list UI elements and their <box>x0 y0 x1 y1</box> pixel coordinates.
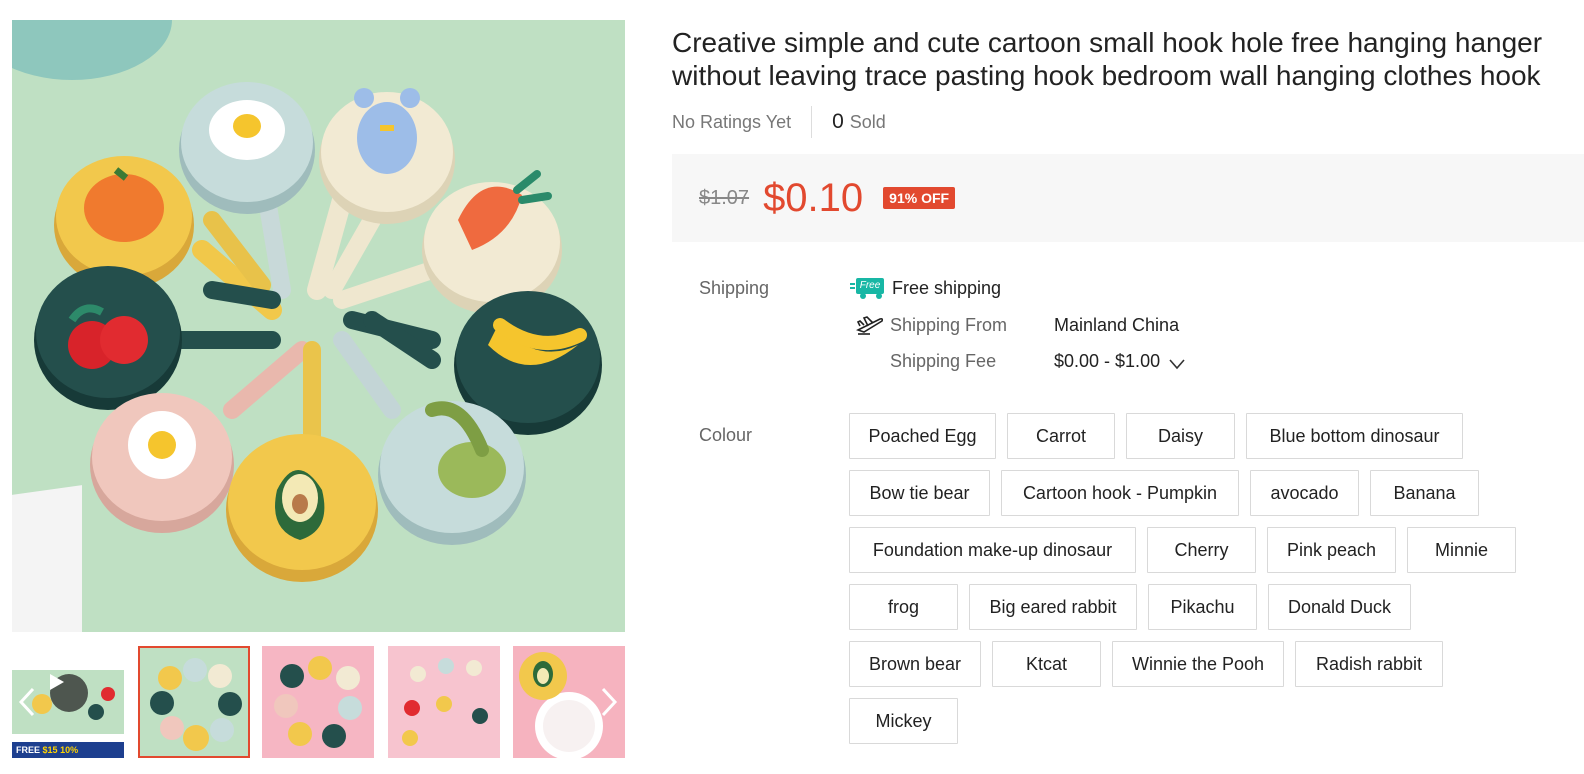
colour-label: Colour <box>699 425 753 445</box>
colour-option[interactable]: Banana <box>1370 470 1479 516</box>
shipping-from-value: Mainland China <box>1054 314 1180 335</box>
colour-option[interactable]: frog <box>849 584 958 630</box>
promo-strip: FREE $15 10% <box>12 742 124 758</box>
colour-option[interactable]: Ktcat <box>992 641 1101 687</box>
thumbnail-2[interactable] <box>138 646 250 758</box>
price-box: $1.07 $0.10 91% OFF <box>672 154 1584 242</box>
colour-option[interactable]: Poached Egg <box>849 413 996 459</box>
shipping-from-label: Shipping From <box>890 314 1008 335</box>
colour-option[interactable]: Winnie the Pooh <box>1112 641 1284 687</box>
chevron-down-icon[interactable] <box>1168 355 1186 369</box>
shipping-fee-row: Shipping Fee $0.00 - $1.00 <box>890 351 1186 372</box>
colour-option[interactable]: Daisy <box>1126 413 1235 459</box>
colour-option[interactable]: Pink peach <box>1267 527 1396 573</box>
colour-option[interactable]: Brown bear <box>849 641 981 687</box>
thumbnail-4[interactable] <box>388 646 500 758</box>
colour-option[interactable]: Blue bottom dinosaur <box>1246 413 1463 459</box>
colour-option[interactable]: Cherry <box>1147 527 1256 573</box>
colour-option[interactable]: avocado <box>1250 470 1359 516</box>
shipping-from-row: Shipping From Mainland China <box>855 314 1180 336</box>
original-price: $1.07 <box>699 186 750 209</box>
hooks-illustration <box>34 82 602 582</box>
colour-option[interactable]: Big eared rabbit <box>969 584 1137 630</box>
free-shipping-text: Free shipping <box>892 277 1002 298</box>
free-badge-text: Free <box>856 278 884 294</box>
free-shipping-truck-icon: Free <box>850 277 884 299</box>
colour-option[interactable]: Minnie <box>1407 527 1516 573</box>
colour-option[interactable]: Foundation make-up dinosaur <box>849 527 1136 573</box>
rating-row: No Ratings Yet 0 Sold <box>672 106 886 138</box>
main-product-image[interactable] <box>12 20 625 632</box>
play-icon[interactable] <box>50 674 88 712</box>
chevron-left-icon[interactable] <box>12 684 42 720</box>
discount-badge: 91% OFF <box>883 187 956 209</box>
thumbnail-3[interactable] <box>262 646 374 758</box>
rating-divider <box>811 106 813 138</box>
colour-option[interactable]: Bow tie bear <box>849 470 990 516</box>
promo-percent: 10% <box>60 745 79 755</box>
promo-prefix: FREE <box>16 745 41 755</box>
colour-option[interactable]: Pikachu <box>1148 584 1257 630</box>
chevron-right-icon[interactable] <box>594 684 624 720</box>
ratings-text: No Ratings Yet <box>672 111 792 132</box>
promo-amount: $15 <box>42 745 58 755</box>
thumbnail-strip: FREE $15 10% <box>12 646 625 758</box>
sold-label: Sold <box>849 111 886 132</box>
sold-count: 0 <box>832 110 844 133</box>
airplane-icon <box>855 314 884 336</box>
colour-option[interactable]: Mickey <box>849 698 958 744</box>
colour-option[interactable]: Donald Duck <box>1268 584 1411 630</box>
colour-option[interactable]: Carrot <box>1007 413 1115 459</box>
free-shipping-row: Free Free shipping <box>850 277 1001 299</box>
shipping-fee-value: $0.00 - $1.00 <box>1054 351 1161 371</box>
shipping-fee-label: Shipping Fee <box>890 351 997 371</box>
colour-option[interactable]: Cartoon hook - Pumpkin <box>1001 470 1239 516</box>
product-title: Creative simple and cute cartoon small h… <box>672 27 1543 91</box>
colour-option[interactable]: Radish rabbit <box>1295 641 1443 687</box>
current-price: $0.10 <box>763 175 864 220</box>
shipping-label: Shipping <box>699 278 770 298</box>
